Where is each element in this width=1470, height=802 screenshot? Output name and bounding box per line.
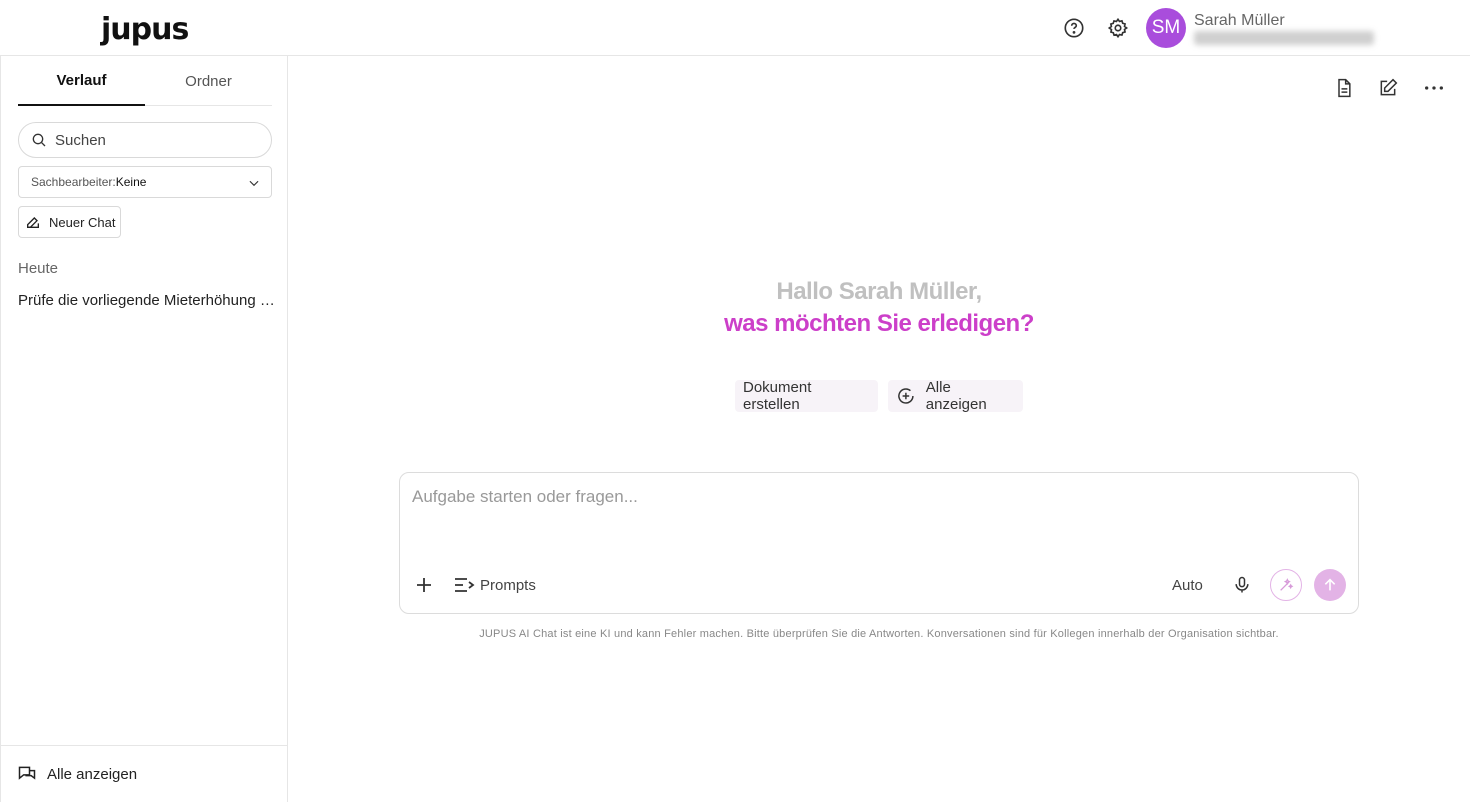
chip-create-document[interactable]: Dokument erstellen: [735, 379, 878, 413]
prompts-list-icon: [455, 578, 475, 592]
sidebar-tabs: Verlauf Ordner: [18, 56, 272, 106]
filter-value: Keine: [115, 175, 147, 189]
new-chat-button[interactable]: Neuer Chat: [18, 206, 121, 238]
model-label: Auto: [1172, 576, 1203, 594]
chip-create-document-label: Dokument erstellen: [743, 379, 812, 413]
document-icon[interactable]: [1332, 76, 1356, 100]
more-options-icon[interactable]: [1422, 76, 1446, 100]
show-all-label: Alle anzeigen: [47, 765, 138, 783]
plus-icon: [417, 578, 431, 592]
search-box[interactable]: [18, 122, 272, 158]
search-icon: [32, 133, 46, 147]
help-icon[interactable]: [1062, 16, 1086, 40]
arrow-up-icon: [1324, 578, 1336, 591]
sidebar: Verlauf Ordner Sachbearbeiter: Keine Neu…: [0, 56, 288, 802]
user-email-redacted: [1194, 31, 1374, 45]
add-attachment-button[interactable]: [412, 569, 436, 601]
prompts-label: Prompts: [480, 576, 536, 594]
jupus-logo[interactable]: jupus: [101, 12, 189, 47]
prompts-button[interactable]: Prompts: [452, 569, 536, 601]
greeting-line-2: was möchten Sie erledigen?: [724, 310, 1034, 337]
magic-enhance-button[interactable]: [1270, 569, 1302, 601]
edit-pencil-icon: [27, 217, 39, 228]
ai-disclaimer: JUPUS AI Chat ist eine KI und kann Fehle…: [479, 628, 1279, 640]
show-all-chats-button[interactable]: Alle anzeigen: [1, 745, 288, 802]
user-name[interactable]: Sarah Müller: [1194, 12, 1285, 30]
greeting-line-1: Hallo Sarah Müller,: [776, 278, 982, 305]
voice-input-button[interactable]: [1226, 569, 1258, 601]
filter-label: Sachbearbeiter:: [31, 175, 116, 189]
microphone-icon: [1235, 576, 1249, 593]
top-bar: jupus SM Sarah Müller: [0, 0, 1470, 56]
message-composer: Prompts Auto: [399, 472, 1359, 614]
add-circle-icon: [898, 388, 914, 404]
magic-wand-icon: [1280, 578, 1294, 591]
sachbearbeiter-filter-select[interactable]: Sachbearbeiter: Keine: [18, 166, 272, 198]
user-avatar[interactable]: SM: [1146, 8, 1186, 48]
chat-history-item[interactable]: Prüfe die vorliegende Mieterhöhung auf R…: [18, 292, 276, 309]
chevron-down-icon: [249, 180, 259, 187]
model-select-auto[interactable]: Auto: [1172, 569, 1203, 601]
section-label-today: Heute: [18, 260, 59, 277]
tab-ordner[interactable]: Ordner: [145, 56, 272, 106]
chip-show-all-label: Alle anzeigen: [925, 379, 987, 413]
chat-bubbles-icon: [18, 766, 36, 780]
new-chat-edit-icon[interactable]: [1376, 76, 1400, 100]
tab-verlauf[interactable]: Verlauf: [18, 56, 145, 106]
new-chat-label: Neuer Chat: [49, 214, 116, 230]
chip-show-all[interactable]: Alle anzeigen: [888, 379, 1023, 413]
message-input[interactable]: [412, 487, 1342, 537]
settings-gear-icon[interactable]: [1106, 16, 1130, 40]
send-button[interactable]: [1314, 569, 1346, 601]
search-input[interactable]: [55, 131, 255, 149]
